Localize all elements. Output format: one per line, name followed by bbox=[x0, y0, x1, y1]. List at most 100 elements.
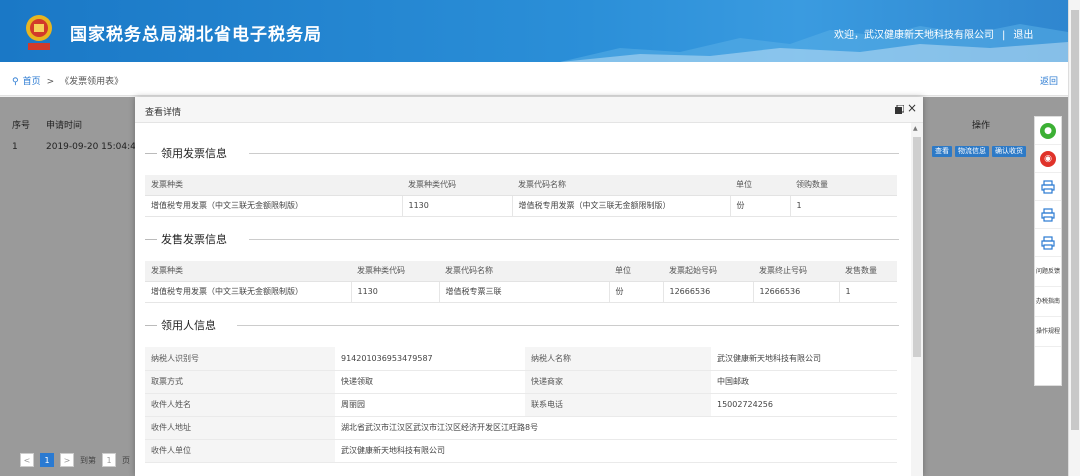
column-header: 单位 bbox=[730, 175, 790, 196]
separator: | bbox=[1002, 30, 1006, 41]
header-no: 序号 bbox=[12, 121, 31, 131]
print-button-3[interactable] bbox=[1035, 229, 1061, 257]
wechat-button[interactable]: ● bbox=[1035, 117, 1061, 145]
column-header: 发票终止号码 bbox=[753, 261, 839, 282]
maximize-icon[interactable] bbox=[895, 105, 904, 114]
table-row: 增值税专用发票（中文三联无金额限制版） 1130 增值税专用发票（中文三联无金额… bbox=[145, 195, 897, 217]
info-row: 纳税人识别号 914201036953479587 纳税人名称 武汉健康新天地科… bbox=[145, 347, 897, 371]
person-info-table: 纳税人识别号 914201036953479587 纳税人名称 武汉健康新天地科… bbox=[145, 347, 897, 463]
table-cell: 增值税专用发票（中文三联无金额限制版） bbox=[145, 195, 403, 217]
table-cell: 1 bbox=[839, 281, 897, 303]
weibo-button[interactable]: ◉ bbox=[1035, 145, 1061, 173]
goto-page-input[interactable]: 1 bbox=[102, 453, 116, 467]
divider bbox=[145, 153, 157, 154]
breadcrumb: ⚲ 首页 > 《发票领用表》 bbox=[12, 74, 123, 87]
header-op: 操作 bbox=[972, 121, 991, 131]
divider bbox=[145, 239, 157, 240]
section-person-title: 领用人信息 bbox=[145, 317, 899, 333]
confirm-receipt-button[interactable]: 确认收货 bbox=[992, 146, 1026, 157]
print-button-1[interactable] bbox=[1035, 173, 1061, 201]
page-button-1[interactable]: 1 bbox=[40, 453, 54, 467]
detail-modal: 查看详情 × 领用发票信息 发票种类 发票种类代码 发票代码名称 单位 领购数量 bbox=[135, 97, 923, 476]
operation-rules-link[interactable]: 操作规程 bbox=[1035, 317, 1061, 347]
column-header: 发票种类 bbox=[145, 261, 351, 282]
column-header: 发票种类 bbox=[145, 175, 402, 196]
column-header: 发票种类代码 bbox=[351, 261, 439, 282]
breadcrumb-home[interactable]: 首页 bbox=[23, 77, 41, 87]
printer-icon bbox=[1041, 179, 1055, 194]
column-header: 发票种类代码 bbox=[402, 175, 512, 196]
wechat-icon: ● bbox=[1040, 122, 1056, 139]
section-heading: 领用发票信息 bbox=[161, 147, 227, 160]
divider bbox=[249, 239, 899, 240]
right-tool-sidebar: ● ◉ 问题反馈 办税指南 操作规程 bbox=[1034, 116, 1062, 386]
receiver-name-value: 周丽园 bbox=[335, 393, 525, 417]
table-cell: 1130 bbox=[402, 195, 513, 217]
print-button-2[interactable] bbox=[1035, 201, 1061, 229]
next-page-button[interactable]: > bbox=[60, 453, 74, 467]
breadcrumb-arrow: > bbox=[46, 77, 55, 87]
section-receive-title: 领用发票信息 bbox=[145, 145, 899, 161]
taxpayer-id-label: 纳税人识别号 bbox=[145, 347, 335, 371]
column-header: 发票代码名称 bbox=[439, 261, 609, 282]
receiver-unit-value: 武汉健康新天地科技有限公司 bbox=[335, 439, 897, 463]
column-header: 领购数量 bbox=[790, 175, 897, 196]
info-row: 取票方式 快递领取 快递商家 中国邮政 bbox=[145, 370, 897, 394]
taxpayer-name-label: 纳税人名称 bbox=[525, 347, 711, 371]
goto-label: 到第 bbox=[80, 455, 96, 465]
feedback-link[interactable]: 问题反馈 bbox=[1035, 257, 1061, 287]
divider bbox=[145, 325, 157, 326]
table-cell: 份 bbox=[730, 195, 791, 217]
back-link[interactable]: 返回 bbox=[1040, 74, 1058, 87]
column-header: 发票代码名称 bbox=[512, 175, 730, 196]
page-scrollbar-thumb[interactable] bbox=[1071, 10, 1079, 430]
column-header: 单位 bbox=[609, 261, 663, 282]
prev-page-button[interactable]: < bbox=[20, 453, 34, 467]
page-scrollbar[interactable] bbox=[1068, 0, 1080, 476]
top-header: 国家税务总局湖北省电子税务局 欢迎，武汉健康新天地科技有限公司 | 退出 bbox=[0, 0, 1068, 62]
table-cell: 1 bbox=[790, 195, 897, 217]
receiver-name-label: 收件人姓名 bbox=[145, 393, 335, 417]
table-cell: 1130 bbox=[351, 281, 440, 303]
logistics-button[interactable]: 物流信息 bbox=[955, 146, 989, 157]
modal-scrollbar[interactable]: ▲ bbox=[911, 123, 923, 476]
modal-header: 查看详情 × bbox=[135, 97, 923, 123]
receiver-unit-label: 收件人单位 bbox=[145, 439, 335, 463]
modal-scrollbar-thumb[interactable] bbox=[913, 137, 921, 357]
table-cell: 增值税专用发票（中文三联无金额限制版） bbox=[512, 195, 731, 217]
company-name: 武汉健康新天地科技有限公司 bbox=[864, 30, 994, 41]
divider bbox=[249, 153, 899, 154]
table-cell: 12666536 bbox=[753, 281, 840, 303]
row-no: 1 bbox=[12, 142, 18, 152]
weibo-icon: ◉ bbox=[1040, 150, 1056, 167]
pickup-method-label: 取票方式 bbox=[145, 370, 335, 394]
phone-label: 联系电话 bbox=[525, 393, 711, 417]
info-row: 收件人姓名 周丽园 联系电话 15002724256 bbox=[145, 393, 897, 417]
table-cell: 增值税专用发票（中文三联无金额限制版） bbox=[145, 281, 352, 303]
tax-guide-link[interactable]: 办税指南 bbox=[1035, 287, 1061, 317]
pager: < 1 > 到第 1 页 bbox=[0, 444, 150, 476]
scroll-up-icon[interactable]: ▲ bbox=[913, 125, 918, 132]
header-date: 申请时间 bbox=[46, 121, 83, 131]
courier-value: 中国邮政 bbox=[711, 370, 897, 394]
courier-label: 快递商家 bbox=[525, 370, 711, 394]
modal-body: 领用发票信息 发票种类 发票种类代码 发票代码名称 单位 领购数量 增值税专用发… bbox=[135, 123, 909, 476]
welcome-bar: 欢迎，武汉健康新天地科技有限公司 | 退出 bbox=[834, 26, 1033, 41]
table-cell: 份 bbox=[609, 281, 664, 303]
tax-bureau-emblem-icon bbox=[26, 15, 52, 50]
welcome-text: 欢迎， bbox=[834, 30, 864, 41]
taxpayer-id-value: 914201036953479587 bbox=[335, 347, 525, 371]
phone-value: 15002724256 bbox=[711, 393, 897, 417]
printer-icon bbox=[1041, 207, 1055, 222]
table-cell: 12666536 bbox=[663, 281, 754, 303]
pickup-method-value: 快递领取 bbox=[335, 370, 525, 394]
logout-link[interactable]: 退出 bbox=[1013, 30, 1033, 41]
breadcrumb-current: 《发票领用表》 bbox=[60, 77, 124, 87]
site-title: 国家税务总局湖北省电子税务局 bbox=[70, 25, 322, 45]
view-button[interactable]: 查看 bbox=[932, 146, 952, 157]
close-icon[interactable]: × bbox=[907, 102, 917, 114]
page-suffix: 页 bbox=[122, 455, 130, 465]
sale-table: 发票种类 发票种类代码 发票代码名称 单位 发票起始号码 发票终止号码 发售数量… bbox=[145, 261, 897, 303]
row-date: 2019-09-20 15:04:47 bbox=[46, 142, 142, 152]
modal-title: 查看详情 bbox=[145, 108, 182, 118]
